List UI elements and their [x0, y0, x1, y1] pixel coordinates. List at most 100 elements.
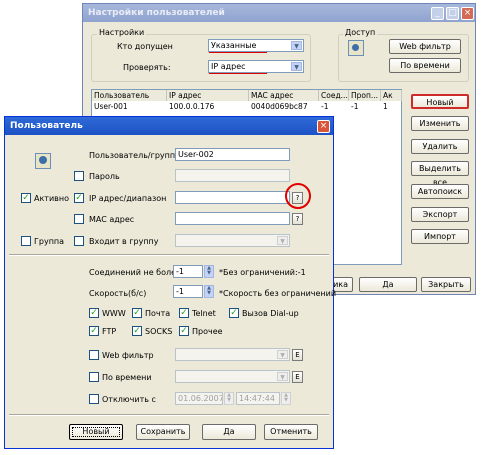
join-group-checkbox[interactable] — [74, 236, 84, 246]
telnet-label: Telnet — [192, 309, 216, 318]
speed-input[interactable]: -1 — [173, 285, 203, 298]
user-dialog: Пользователь × Пользователь/группа User-… — [4, 116, 337, 449]
speed-hint: *Скорость без ограничений — [219, 289, 337, 298]
maximize-icon[interactable]: □ — [446, 7, 459, 20]
annotation-underline — [209, 52, 267, 53]
active-label: Активно — [34, 194, 70, 203]
www-checkbox[interactable]: ✓ — [89, 308, 99, 318]
new-user-button[interactable]: Новый — [411, 94, 469, 109]
close-button[interactable]: Закрыть — [421, 277, 471, 292]
other-checkbox[interactable]: ✓ — [179, 326, 189, 336]
close-icon[interactable]: × — [317, 120, 330, 133]
mail-checkbox[interactable]: ✓ — [132, 308, 142, 318]
disable-time-input[interactable]: 14:47:44 — [236, 392, 280, 405]
table-cell: 100.0.0.176 — [169, 102, 215, 111]
delete-user-button[interactable]: Удалить — [411, 139, 469, 154]
who-allowed-label: Кто допущен — [117, 42, 173, 51]
connections-label: Соединений не более — [89, 268, 181, 277]
password-checkbox[interactable] — [74, 171, 84, 181]
import-button[interactable]: Импорт — [411, 229, 469, 244]
password-input[interactable] — [175, 169, 290, 182]
table-cell: -1 — [321, 102, 329, 111]
save-button[interactable]: Сохранить — [136, 424, 190, 440]
new-button[interactable]: Новый — [69, 424, 123, 440]
column-header[interactable]: IP адрес — [167, 90, 249, 101]
mac-label: MAC адрес — [89, 215, 135, 224]
user-group-input[interactable]: User-002 — [175, 148, 290, 161]
join-group-label: Входит в группу — [89, 237, 159, 246]
table-cell: 0040d069bc87 — [251, 102, 308, 111]
column-header[interactable]: Соед... — [319, 90, 349, 101]
speed-spinner[interactable]: ▲ ▼ — [204, 285, 214, 298]
connections-spinner[interactable]: ▲ ▼ — [204, 265, 214, 278]
by-time-select[interactable]: ▼ — [175, 370, 290, 383]
access-group-label: Доступ — [343, 28, 378, 37]
ip-range-label: IP адрес/диапазон — [89, 194, 167, 203]
table-row[interactable]: User-001 100.0.0.176 0040d069bc87 -1 -1 … — [92, 101, 401, 113]
ip-checkbox[interactable]: ✓ — [74, 193, 84, 203]
disable-checkbox[interactable] — [89, 394, 99, 404]
column-header[interactable]: Пользователь — [92, 90, 167, 101]
web-filter-edit-button[interactable]: E — [292, 349, 303, 361]
web-filter-select[interactable]: ▼ — [175, 348, 290, 361]
column-header[interactable]: Ак — [381, 90, 402, 101]
close-icon[interactable]: × — [461, 7, 474, 20]
user-icon — [35, 153, 51, 169]
active-checkbox[interactable]: ✓ — [21, 193, 31, 203]
mac-checkbox[interactable] — [74, 214, 84, 224]
chevron-down-icon: ▼ — [277, 236, 288, 245]
web-filter-label: Web фильтр — [102, 351, 154, 360]
select-all-button[interactable]: Выделить все — [411, 161, 469, 187]
cancel-button[interactable]: Отменить — [264, 424, 318, 440]
web-filter-checkbox[interactable] — [89, 350, 99, 360]
chevron-down-icon: ▼ — [291, 41, 302, 50]
by-time-checkbox[interactable] — [89, 372, 99, 382]
export-button[interactable]: Экспорт — [411, 207, 469, 222]
column-header[interactable]: Проп... — [349, 90, 381, 101]
password-label: Пароль — [89, 172, 120, 181]
dialup-checkbox[interactable]: ✓ — [229, 308, 239, 318]
ip-range-input[interactable] — [175, 191, 290, 204]
socks-label: SOCKS — [145, 327, 173, 336]
table-cell: 1 — [383, 102, 388, 111]
speed-label: Скорость(б/с) — [89, 289, 147, 298]
mail-label: Почта — [145, 309, 171, 318]
check-by-select[interactable]: IP адрес ▼ — [208, 60, 304, 73]
other-label: Прочее — [192, 327, 223, 336]
ok-button[interactable]: Да — [202, 424, 256, 440]
dialup-label: Вызов Dial-up — [242, 309, 299, 318]
telnet-checkbox[interactable]: ✓ — [179, 308, 189, 318]
ok-button[interactable]: Да — [359, 277, 417, 292]
user-group-label: Пользователь/группа — [89, 151, 180, 160]
dialog-titlebar[interactable]: Пользователь — [5, 117, 333, 135]
ftp-label: FTP — [102, 327, 117, 336]
divider — [9, 414, 329, 416]
main-window-title: Настройки пользователей — [88, 8, 225, 18]
annotation-underline — [209, 73, 267, 74]
connections-hint: *Без ограничений:-1 — [219, 268, 306, 277]
main-window-titlebar[interactable]: Настройки пользователей — [83, 4, 475, 22]
autosearch-button[interactable]: Автопоиск — [411, 184, 469, 199]
chevron-down-icon: ▼ — [277, 372, 288, 381]
who-allowed-select[interactable]: Указанные ▼ — [208, 39, 304, 52]
group-label: Группа — [34, 237, 65, 246]
divider — [9, 254, 329, 256]
settings-group-label: Настройки — [97, 28, 147, 37]
web-filter-button[interactable]: Web фильтр — [389, 39, 461, 54]
group-checkbox[interactable] — [21, 236, 31, 246]
mac-input[interactable] — [175, 212, 290, 225]
column-header[interactable]: MAC адрес — [249, 90, 319, 101]
disable-date-spinner[interactable]: ▲ ▼ — [224, 392, 234, 405]
group-select[interactable]: ▼ — [175, 234, 290, 247]
by-time-button[interactable]: По времени — [389, 58, 461, 73]
mac-help-button[interactable]: ? — [292, 213, 303, 225]
by-time-edit-button[interactable]: E — [292, 371, 303, 383]
disable-time-spinner[interactable]: ▲ ▼ — [281, 392, 291, 405]
socks-checkbox[interactable]: ✓ — [132, 326, 142, 336]
ftp-checkbox[interactable]: ✓ — [89, 326, 99, 336]
minimize-icon[interactable]: _ — [431, 7, 444, 20]
disable-date-input[interactable]: 01.06.2007 — [175, 392, 223, 405]
connections-input[interactable]: -1 — [173, 265, 203, 278]
chevron-down-icon: ▼ — [291, 62, 302, 71]
edit-user-button[interactable]: Изменить — [411, 116, 469, 131]
